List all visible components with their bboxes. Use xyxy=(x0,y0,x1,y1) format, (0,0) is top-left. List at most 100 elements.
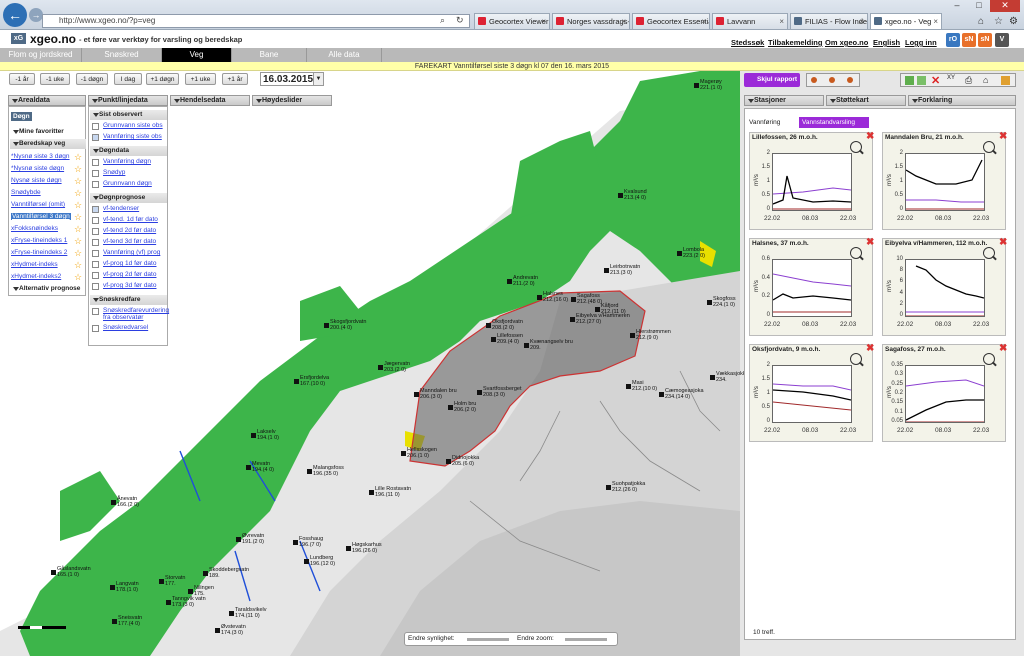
close-icon[interactable]: ✖ xyxy=(999,344,1009,354)
refresh-icon[interactable]: ↻ xyxy=(456,15,464,26)
favorite-star-icon[interactable]: ☆ xyxy=(74,261,82,270)
home-icon[interactable]: ⌂ xyxy=(978,16,984,27)
btn-plus-1-day[interactable]: +1 døgn xyxy=(146,73,179,85)
zoom-icon[interactable] xyxy=(850,353,862,365)
header-punktdata[interactable]: Punkt/linjedata xyxy=(88,95,168,106)
btn-plus-1-week[interactable]: +1 uke xyxy=(185,73,216,85)
point-icon[interactable] xyxy=(829,77,835,83)
layer-checkbox[interactable] xyxy=(92,217,99,224)
link-logg-inn[interactable]: Logg inn xyxy=(905,38,937,47)
layer-link[interactable]: xHydmet-indeks xyxy=(11,261,58,268)
layer-checkbox[interactable] xyxy=(92,228,99,235)
header-icon-sn1[interactable]: sN xyxy=(962,33,976,47)
punkt-layer-link[interactable]: Snødyp xyxy=(103,169,167,176)
tab-veg[interactable]: Veg xyxy=(162,48,232,62)
close-window-icon[interactable]: ✕ xyxy=(990,0,1020,12)
layer-link[interactable]: xFryse-tineindeks 1 xyxy=(11,237,67,244)
layer-checkbox[interactable] xyxy=(92,250,99,257)
tab-forklaring[interactable]: Forklaring xyxy=(908,95,1016,106)
station-card[interactable]: Oksfjordvatn, 9 m.o.h. ✖ m³/s 2 1.5 1 0.5 0 22.0… xyxy=(749,344,874,442)
favorite-star-icon[interactable]: ☆ xyxy=(74,153,82,162)
link-tilbakemelding[interactable]: Tilbakemelding xyxy=(768,38,822,47)
layer-link[interactable]: xFokksnøindeks xyxy=(11,225,58,232)
layer-icon[interactable] xyxy=(905,76,914,85)
zoom-icon[interactable] xyxy=(850,247,862,259)
close-tab-icon[interactable]: × xyxy=(541,14,546,29)
maximize-icon[interactable]: □ xyxy=(968,0,990,12)
mine-favoritter[interactable]: Mine favoritter xyxy=(10,127,86,137)
punkt-layer-link[interactable]: vf-prog 3d før dato xyxy=(103,282,167,289)
favorite-star-icon[interactable]: ☆ xyxy=(74,177,82,186)
close-tab-icon[interactable]: × xyxy=(779,14,784,29)
layer-link[interactable]: Snødybde xyxy=(11,189,41,196)
zoom-icon[interactable] xyxy=(850,141,862,153)
layer-checkbox[interactable] xyxy=(92,134,99,141)
close-tab-icon[interactable]: × xyxy=(621,14,626,29)
punkt-layer-link[interactable]: vf-tendenser xyxy=(103,205,167,212)
minimize-icon[interactable]: – xyxy=(946,0,968,12)
layer-link[interactable]: xHydmet-indeks2 xyxy=(11,273,61,280)
station-card[interactable]: Sagafoss, 27 m.o.h. ✖ m³/s 0.35 0.3 0.25 0.2 0.… xyxy=(882,344,1009,442)
browser-tab[interactable]: Geocortex Essentials× xyxy=(632,13,710,29)
layer-checkbox[interactable] xyxy=(92,159,99,166)
layer-link[interactable]: *Nysnø siste døgn xyxy=(11,165,64,172)
btn-minus-1-day[interactable]: -1 døgn xyxy=(76,73,108,85)
browser-tab[interactable]: Lavvann × xyxy=(712,13,788,29)
header-icon-v[interactable]: V xyxy=(995,33,1009,47)
favorite-star-icon[interactable]: ☆ xyxy=(74,273,82,282)
punkt-layer-link[interactable]: vf-tend 2d før dato xyxy=(103,227,167,234)
close-icon[interactable]: ✖ xyxy=(866,238,876,248)
layer-link[interactable]: xFryse-tineindeks 2 xyxy=(11,249,67,256)
btn-minus-1-year[interactable]: -1 år xyxy=(9,73,35,85)
punkt-layer-link[interactable]: vf-prog 2d før dato xyxy=(103,271,167,278)
punkt-layer-link[interactable]: Vannføring døgn xyxy=(103,158,167,165)
close-tab-icon[interactable]: × xyxy=(859,14,864,29)
tab-flom-og-jordskred[interactable]: Flom og jordskred xyxy=(0,48,82,62)
browser-tab[interactable]: Norges vassdrags- o...× xyxy=(552,13,630,29)
punkt-group-header[interactable]: Snøskredfare xyxy=(90,295,167,305)
zoom-icon[interactable] xyxy=(983,353,995,365)
grid-icon[interactable] xyxy=(917,76,926,85)
punkt-layer-link[interactable]: vf-tend. 1d før dato xyxy=(103,216,167,223)
browser-tab[interactable]: xgeo.no - Veg × xyxy=(870,13,942,29)
favorite-star-icon[interactable]: ☆ xyxy=(74,249,82,258)
btn-minus-1-week[interactable]: -1 uke xyxy=(40,73,70,85)
layer-checkbox[interactable] xyxy=(92,261,99,268)
punkt-group-header[interactable]: Døgndata xyxy=(90,146,167,156)
home-icon[interactable]: ⌂ xyxy=(983,75,988,85)
visibility-slider[interactable] xyxy=(467,638,509,641)
link-stedssok[interactable]: Stedssøk xyxy=(731,38,764,47)
chevron-down-icon[interactable]: ▼ xyxy=(313,72,324,86)
layer-checkbox[interactable] xyxy=(92,239,99,246)
tab-alle-data[interactable]: Alle data xyxy=(307,48,382,62)
layer-checkbox[interactable] xyxy=(92,283,99,290)
point-icon[interactable] xyxy=(847,77,853,83)
search-icon[interactable]: ⌕ xyxy=(440,15,445,26)
close-icon[interactable]: ✖ xyxy=(999,132,1009,142)
link-om-xgeo[interactable]: Om xgeo.no xyxy=(825,38,868,47)
xgeo-logo[interactable]: xG xyxy=(11,33,26,44)
link-english[interactable]: English xyxy=(873,38,900,47)
punkt-layer-link[interactable]: vf-prog 1d før dato xyxy=(103,260,167,267)
station-card[interactable]: Manndalen Bru, 21 m.o.h. ✖ m³/s 2 1.5 1 0.5 0 22… xyxy=(882,132,1009,230)
xy-icon[interactable]: XY xyxy=(947,75,955,81)
btn-today[interactable]: I dag xyxy=(114,73,142,85)
layer-checkbox[interactable] xyxy=(92,206,99,213)
zoom-icon[interactable] xyxy=(983,247,995,259)
print-icon[interactable]: ⎙ xyxy=(965,75,972,86)
layer-checkbox[interactable] xyxy=(92,308,99,315)
station-card[interactable]: Eibyelva v/Hammeren, 112 m.o.h. ✖ m³/s 10 8 6… xyxy=(882,238,1007,336)
gear-icon[interactable]: ⚙ xyxy=(1009,16,1018,27)
tab-snoskred[interactable]: Snøskred xyxy=(82,48,162,62)
punkt-layer-link[interactable]: Grunnvann døgn xyxy=(103,180,167,187)
layer-link[interactable]: Vanntilførsel 3 døgn xyxy=(11,213,71,220)
subtab-vannstandvarsling[interactable]: Vannstandvarsling xyxy=(799,117,869,128)
address-bar[interactable]: http://www.xgeo.no/?p=veg xyxy=(42,14,470,28)
forward-button-icon[interactable]: → xyxy=(29,8,43,22)
layer-checkbox[interactable] xyxy=(92,170,99,177)
beredskap-veg[interactable]: Beredskap veg xyxy=(10,139,86,149)
punkt-layer-link[interactable]: Snøskredfarevurdering fra observatør xyxy=(103,307,169,321)
favorite-star-icon[interactable]: ☆ xyxy=(74,213,82,222)
layer-checkbox[interactable] xyxy=(92,272,99,279)
favorite-star-icon[interactable]: ☆ xyxy=(74,189,82,198)
